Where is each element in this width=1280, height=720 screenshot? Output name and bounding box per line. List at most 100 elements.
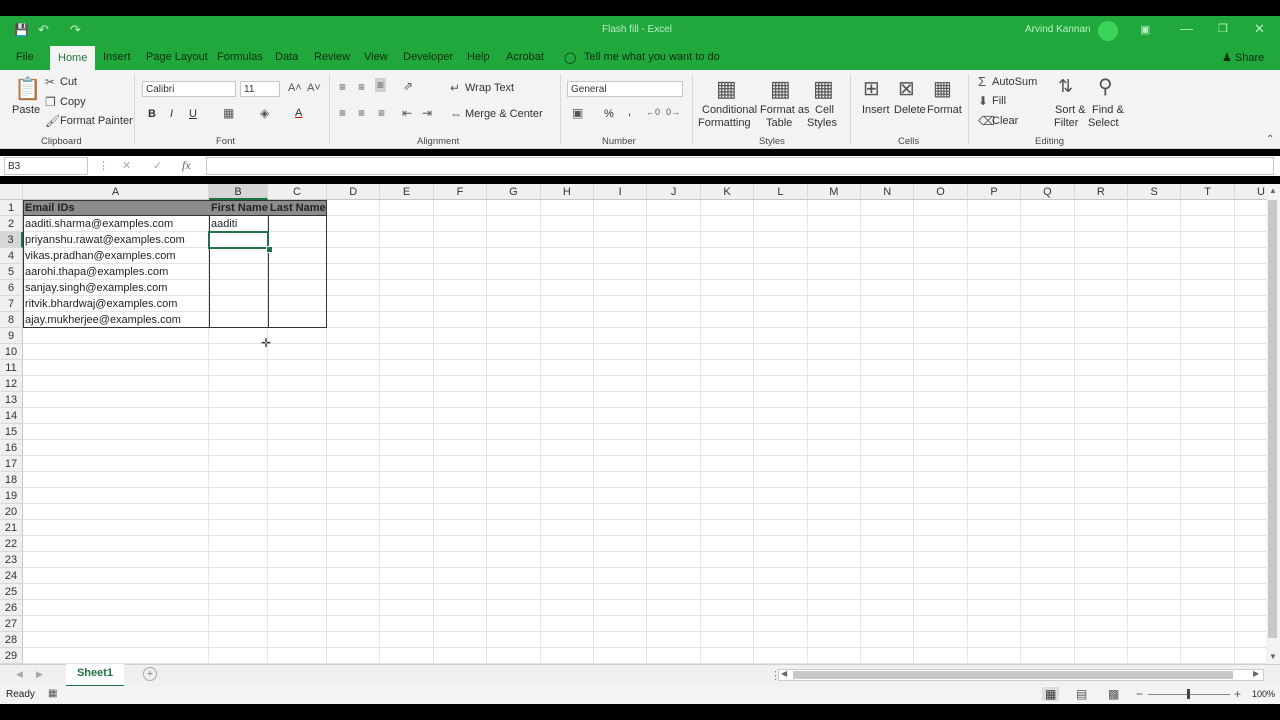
row-header[interactable]: 21 <box>0 520 23 536</box>
row-header[interactable]: 14 <box>0 408 23 424</box>
tab-file[interactable]: File <box>16 51 34 63</box>
row-header[interactable]: 20 <box>0 504 23 520</box>
sheet-tab-sheet1[interactable]: Sheet1 <box>66 664 124 687</box>
align-center-icon[interactable]: ≡ <box>358 106 365 120</box>
formula-input[interactable] <box>206 157 1274 175</box>
comma-button[interactable]: , <box>628 106 631 118</box>
page-layout-view-icon[interactable]: ▤ <box>1076 687 1087 701</box>
column-header[interactable]: J <box>647 184 701 200</box>
row-header[interactable]: 10 <box>0 344 23 360</box>
format-as-table-label[interactable]: Format as <box>760 104 810 116</box>
currency-icon[interactable]: ▣ <box>572 106 583 120</box>
font-size-dropdown[interactable]: 11 <box>240 81 280 97</box>
insert-cells-button[interactable]: Insert <box>862 104 890 116</box>
header-email-ids[interactable]: Email IDs <box>23 200 209 216</box>
row-header[interactable]: 12 <box>0 376 23 392</box>
autosum-button[interactable]: AutoSum <box>992 76 1037 88</box>
avatar[interactable] <box>1098 21 1118 41</box>
scroll-down-icon[interactable]: ▼ <box>1269 652 1277 661</box>
align-bottom-icon[interactable]: ≡ <box>375 78 387 92</box>
row-header[interactable]: 4 <box>0 248 23 264</box>
row-header[interactable]: 26 <box>0 600 23 616</box>
row-header[interactable]: 29 <box>0 648 23 664</box>
save-icon[interactable]: 💾 <box>14 23 29 37</box>
decrease-font-icon[interactable]: A˅ <box>307 82 321 94</box>
find-select-label-2[interactable]: Select <box>1088 117 1119 129</box>
format-painter-button[interactable]: Format Painter <box>60 115 133 127</box>
minimize-icon[interactable]: — <box>1180 21 1193 36</box>
cell-styles-label-2[interactable]: Styles <box>807 117 837 129</box>
first-name-cell-b2[interactable]: aaditi <box>209 216 268 232</box>
close-icon[interactable]: ✕ <box>1254 21 1265 37</box>
ribbon-display-icon[interactable]: ▣ <box>1140 23 1150 36</box>
email-cell[interactable]: sanjay.singh@examples.com <box>23 280 209 296</box>
column-header[interactable]: B <box>209 184 268 200</box>
column-header[interactable]: M <box>807 184 861 200</box>
row-header[interactable]: 24 <box>0 568 23 584</box>
conditional-formatting-label[interactable]: Conditional <box>702 104 757 116</box>
wrap-text-button[interactable]: Wrap Text <box>465 82 514 94</box>
add-sheet-icon[interactable]: + <box>143 667 157 681</box>
bold-button[interactable]: B <box>148 108 156 120</box>
column-header[interactable]: P <box>967 184 1022 200</box>
column-header[interactable]: Q <box>1021 184 1075 200</box>
column-header[interactable]: I <box>594 184 648 200</box>
fill-handle[interactable] <box>266 246 273 253</box>
row-header[interactable]: 7 <box>0 296 23 312</box>
copy-button[interactable]: Copy <box>60 96 86 108</box>
delete-cells-button[interactable]: Delete <box>894 104 926 116</box>
row-header[interactable]: 23 <box>0 552 23 568</box>
align-middle-icon[interactable]: ≡ <box>358 80 365 94</box>
tab-view[interactable]: View <box>364 51 388 63</box>
increase-font-icon[interactable]: A˄ <box>288 82 302 94</box>
increase-decimal-icon[interactable]: ←0 <box>646 107 660 117</box>
underline-button[interactable]: U <box>189 108 197 120</box>
name-box[interactable]: B3 <box>4 157 88 175</box>
email-cell[interactable]: aarohi.thapa@examples.com <box>23 264 209 280</box>
tab-page-layout[interactable]: Page Layout <box>146 51 208 63</box>
row-header[interactable]: 22 <box>0 536 23 552</box>
column-header[interactable]: R <box>1074 184 1128 200</box>
row-header[interactable]: 19 <box>0 488 23 504</box>
find-select-label[interactable]: Find & <box>1092 104 1124 116</box>
paste-icon[interactable]: 📋 <box>14 76 41 102</box>
tab-data[interactable]: Data <box>275 51 298 63</box>
email-cell[interactable]: priyanshu.rawat@examples.com <box>23 232 209 248</box>
scroll-right-icon[interactable]: ▶ <box>1253 669 1259 678</box>
row-header[interactable]: 17 <box>0 456 23 472</box>
align-left-icon[interactable]: ≡ <box>339 106 346 120</box>
row-header[interactable]: 15 <box>0 424 23 440</box>
scroll-up-icon[interactable]: ▲ <box>1269 186 1277 195</box>
fill-button[interactable]: Fill <box>992 95 1006 107</box>
normal-view-icon[interactable]: ▦ <box>1042 687 1060 701</box>
paste-button[interactable]: Paste <box>12 104 40 116</box>
cell-styles-label[interactable]: Cell <box>815 104 834 116</box>
row-header[interactable]: 25 <box>0 584 23 600</box>
vertical-scroll-thumb[interactable] <box>1268 200 1277 638</box>
row-header[interactable]: 28 <box>0 632 23 648</box>
tab-insert[interactable]: Insert <box>103 51 131 63</box>
row-header[interactable]: 6 <box>0 280 23 296</box>
next-sheet-icon[interactable]: ▶ <box>36 669 43 680</box>
sort-filter-label-2[interactable]: Filter <box>1054 117 1078 129</box>
tab-developer[interactable]: Developer <box>403 51 453 63</box>
email-cell[interactable]: vikas.pradhan@examples.com <box>23 248 209 264</box>
row-header[interactable]: 5 <box>0 264 23 280</box>
format-cells-button[interactable]: Format <box>927 104 962 116</box>
percent-button[interactable]: % <box>604 108 614 120</box>
column-header[interactable]: H <box>540 184 594 200</box>
vertical-scrollbar[interactable]: ▲ ▼ <box>1266 184 1280 664</box>
column-header[interactable]: L <box>754 184 808 200</box>
orientation-icon[interactable]: ⇗ <box>403 79 413 93</box>
increase-indent-icon[interactable]: ⇥ <box>422 106 432 120</box>
scroll-left-icon[interactable]: ◀ <box>781 669 787 678</box>
tab-acrobat[interactable]: Acrobat <box>506 51 544 63</box>
decrease-decimal-icon[interactable]: 0→ <box>666 107 680 117</box>
row-header[interactable]: 18 <box>0 472 23 488</box>
worksheet-grid[interactable]: ABCDEFGHIJKLMNOPQRSTU 1 2 3 4 5 6 7 8 9 10 11 12 13 1… <box>0 184 1266 664</box>
select-all-corner[interactable] <box>0 184 23 200</box>
row-header[interactable]: 3 <box>0 232 23 248</box>
column-header[interactable]: A <box>23 184 209 200</box>
row-header[interactable]: 8 <box>0 312 23 328</box>
email-cell[interactable]: ajay.mukherjee@examples.com <box>23 312 209 328</box>
